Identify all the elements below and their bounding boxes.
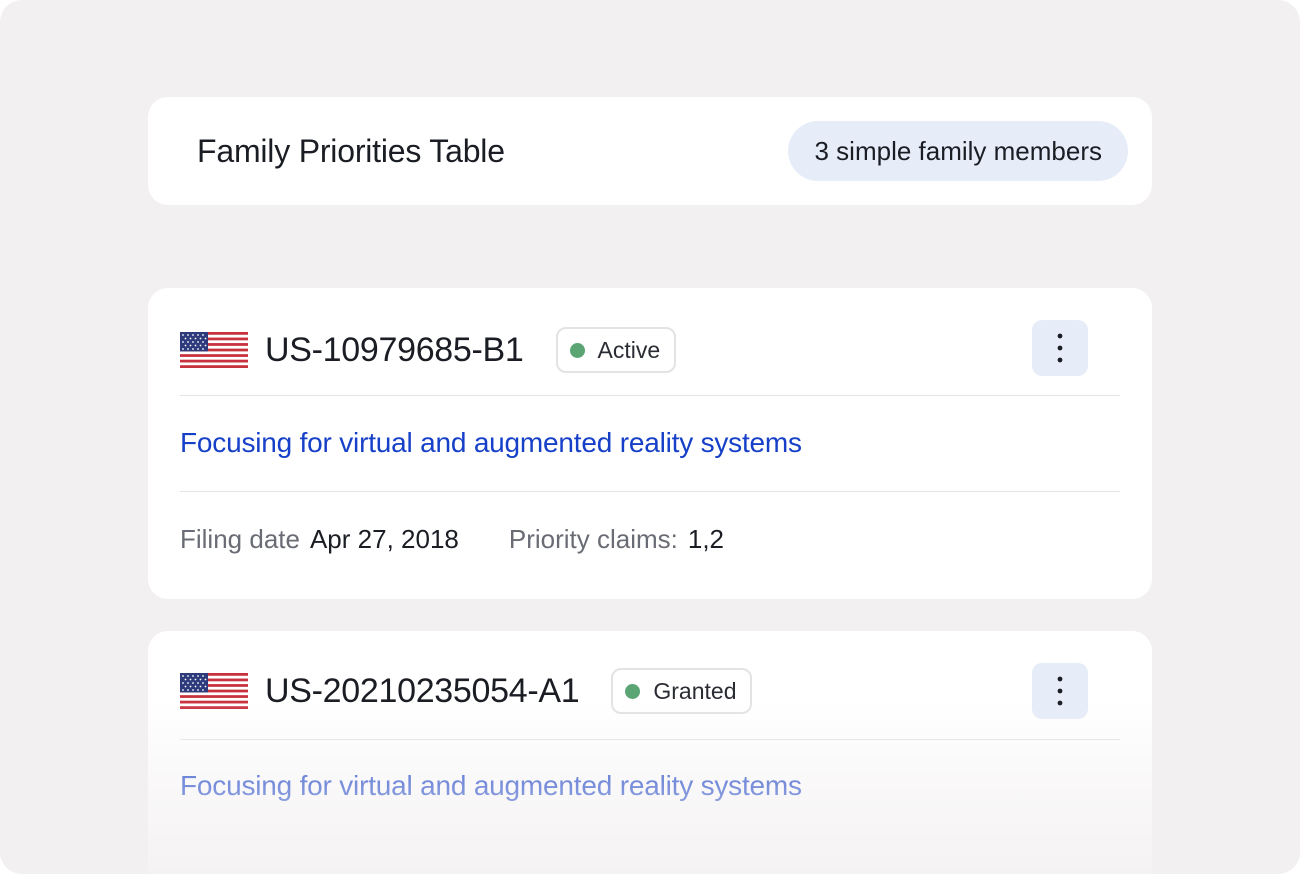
page-title: Family Priorities Table bbox=[197, 133, 505, 169]
app-frame: Family Priorities Table 3 simple family … bbox=[0, 0, 1300, 874]
status-dot-icon bbox=[625, 683, 641, 699]
more-options-button[interactable] bbox=[1032, 663, 1088, 719]
patent-card: US-20210235054-A1 Granted Focusing for v… bbox=[148, 631, 1152, 874]
priority-claims-value: 1,2 bbox=[687, 524, 725, 554]
family-header-card: Family Priorities Table 3 simple family … bbox=[148, 97, 1152, 205]
status-label: Granted bbox=[653, 677, 737, 704]
priority-claims-label: Priority claims: bbox=[508, 524, 678, 554]
us-flag-icon bbox=[180, 332, 248, 368]
status-badge: Granted bbox=[611, 668, 753, 714]
family-members-badge: 3 simple family members bbox=[788, 121, 1128, 181]
patent-title-link[interactable]: Focusing for virtual and augmented reali… bbox=[180, 427, 802, 459]
patent-number: US-20210235054-A1 bbox=[265, 671, 580, 710]
divider bbox=[180, 739, 1120, 740]
vertical-ellipsis-icon bbox=[1057, 676, 1063, 706]
patent-meta-row: Filing date Apr 27, 2018 Priority claims… bbox=[180, 524, 724, 555]
patent-number: US-10979685-B1 bbox=[265, 330, 524, 369]
patent-header-row: US-20210235054-A1 Granted bbox=[180, 663, 1120, 719]
patent-card: US-10979685-B1 Active Focusing for virtu… bbox=[148, 288, 1152, 599]
patent-header-row: US-10979685-B1 Active bbox=[180, 320, 1120, 380]
vertical-ellipsis-icon bbox=[1057, 333, 1063, 363]
patent-title-link[interactable]: Focusing for virtual and augmented reali… bbox=[180, 770, 802, 802]
divider bbox=[180, 395, 1120, 396]
filing-date-value: Apr 27, 2018 bbox=[309, 524, 459, 554]
filing-date-label: Filing date bbox=[180, 524, 300, 554]
status-label: Active bbox=[597, 336, 661, 363]
divider bbox=[180, 491, 1120, 492]
status-badge: Active bbox=[555, 327, 677, 373]
us-flag-icon bbox=[180, 673, 248, 709]
status-dot-icon bbox=[569, 342, 585, 358]
more-options-button[interactable] bbox=[1032, 320, 1088, 376]
